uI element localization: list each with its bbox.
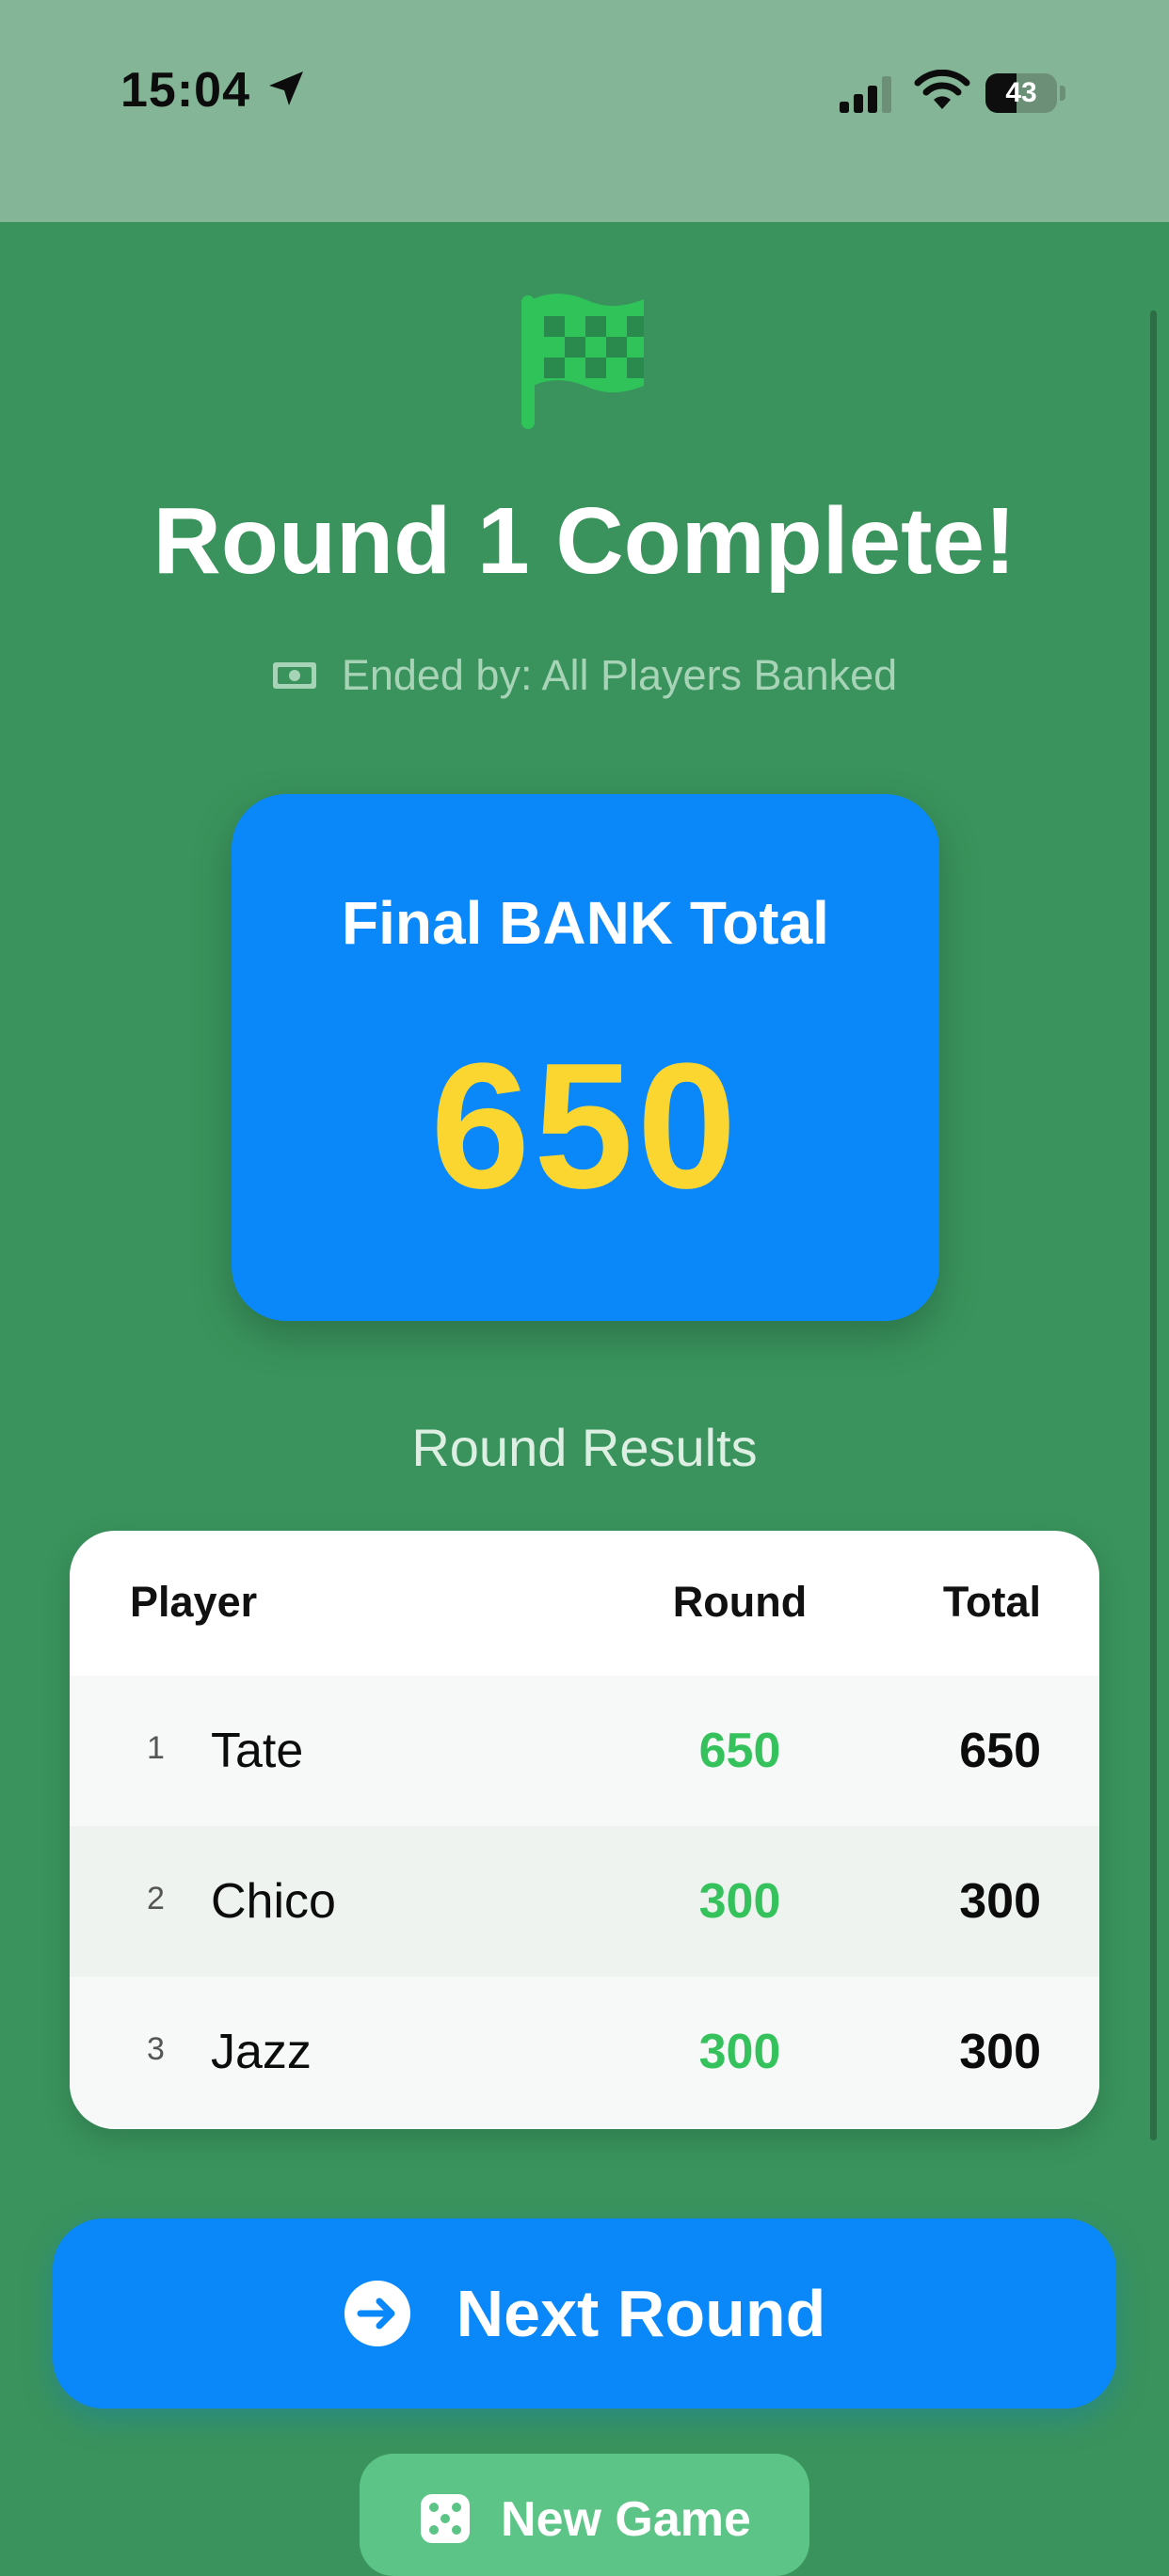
arrow-right-circle-icon [344, 2281, 410, 2346]
battery-indicator: 43 [985, 73, 1057, 113]
bank-total-value: 650 [430, 1026, 741, 1226]
total-points: 650 [959, 1724, 1041, 1778]
new-game-button[interactable]: New Game [360, 2454, 809, 2576]
cash-icon [272, 662, 316, 689]
page-title: Round 1 Complete! [152, 488, 1017, 594]
table-row: 1 Tate 650 650 [70, 1676, 1099, 1826]
table-row: 2 Chico 300 300 [70, 1826, 1099, 1977]
ended-by-line: Ended by: All Players Banked [0, 649, 1169, 702]
player-rank: 3 [147, 2031, 165, 2067]
final-bank-card: Final BANK Total 650 [232, 794, 939, 1321]
status-bar: 15:04 43 [0, 0, 1169, 222]
status-time: 15:04 [120, 63, 250, 118]
round-points: 650 [698, 1724, 781, 1778]
location-arrow-icon [269, 72, 303, 105]
next-round-label: Next Round [456, 2277, 826, 2350]
player-rank: 1 [147, 1730, 165, 1766]
column-total: Total [942, 1578, 1041, 1626]
player-name: Tate [211, 1724, 304, 1778]
checkered-flag-icon [521, 294, 644, 429]
table-row: 3 Jazz 300 300 [70, 1977, 1099, 2127]
cellular-signal-icon [840, 76, 891, 113]
total-points: 300 [959, 2025, 1041, 2079]
battery-tip [1060, 86, 1065, 101]
new-game-label: New Game [501, 2492, 751, 2547]
ended-by-text: Ended by: All Players Banked [341, 651, 898, 699]
round-points: 300 [698, 1874, 781, 1929]
bank-label: Final BANK Total [342, 889, 829, 957]
player-rank: 2 [147, 1881, 165, 1916]
player-name: Jazz [211, 2025, 312, 2079]
column-player: Player [130, 1578, 258, 1626]
total-points: 300 [959, 1874, 1041, 1929]
column-round: Round [672, 1578, 808, 1626]
next-round-button[interactable]: Next Round [53, 2218, 1116, 2409]
results-table: Player Round Total 1 Tate 650 650 2 Chic… [70, 1531, 1099, 2129]
round-points: 300 [698, 2025, 781, 2079]
battery-percent: 43 [1005, 77, 1037, 108]
dice-icon [421, 2494, 471, 2543]
table-header: Player Round Total [70, 1531, 1099, 1676]
round-results-heading: Round Results [411, 1418, 758, 1477]
player-name: Chico [211, 1874, 336, 1929]
wifi-icon [914, 70, 970, 109]
